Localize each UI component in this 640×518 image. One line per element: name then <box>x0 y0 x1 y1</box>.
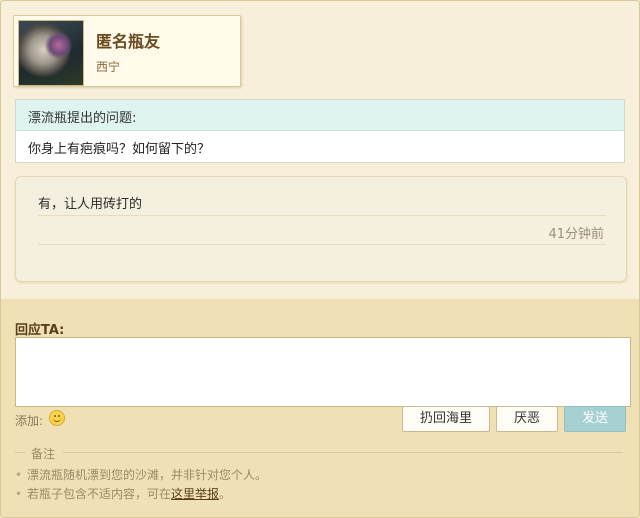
bottle-content-area: 匿名瓶友 西宁 漂流瓶提出的问题: 你身上有疤痕吗？如何留下的？ 有，让人用砖打… <box>1 1 639 299</box>
smiley-mouth <box>53 418 61 422</box>
note-text-suffix: 。 <box>219 487 232 501</box>
report-link[interactable]: 这里举报 <box>171 487 219 501</box>
add-label: 添加: <box>15 414 44 428</box>
answer-card: 有，让人用砖打的 41分钟前 <box>15 176 627 282</box>
notes-title: 备注 <box>31 447 56 461</box>
question-header: 漂流瓶提出的问题: <box>16 100 624 131</box>
question-text: 你身上有疤痕吗？如何留下的？ <box>28 142 211 157</box>
smiley-icon[interactable] <box>49 410 65 426</box>
answer-text: 有，让人用砖打的 <box>38 197 143 212</box>
question-box: 漂流瓶提出的问题: 你身上有疤痕吗？如何留下的？ <box>15 99 625 163</box>
bullet-icon: • <box>15 487 23 501</box>
note-item: • 漂流瓶随机漂到您的沙滩，并非针对您个人。 <box>15 466 267 483</box>
answer-divider <box>38 215 606 216</box>
user-name: 匿名瓶友 <box>96 32 161 51</box>
profile-card: 匿名瓶友 西宁 <box>13 15 241 87</box>
bottle-dialog: 匿名瓶友 西宁 漂流瓶提出的问题: 你身上有疤痕吗？如何留下的？ 有，让人用砖打… <box>0 0 640 518</box>
reply-input[interactable] <box>15 337 631 407</box>
note-item: • 若瓶子包含不适内容，可在这里举报。 <box>15 485 231 502</box>
notes-divider <box>63 452 623 453</box>
reply-label: 回应TA: <box>15 323 65 338</box>
dislike-button[interactable]: 厌恶 <box>496 406 558 432</box>
avatar[interactable] <box>18 20 84 86</box>
answer-timestamp: 41分钟前 <box>548 227 604 242</box>
bullet-icon: • <box>15 468 23 482</box>
throw-back-button[interactable]: 扔回海里 <box>402 406 490 432</box>
note-text-prefix: 若瓶子包含不适内容，可在 <box>27 487 172 501</box>
notes-divider <box>15 452 25 453</box>
answer-divider <box>38 244 606 245</box>
note-text: 漂流瓶随机漂到您的沙滩，并非针对您个人。 <box>27 468 268 482</box>
send-button[interactable]: 发送 <box>564 406 626 432</box>
user-location: 西宁 <box>96 60 121 74</box>
question-title: 漂流瓶提出的问题: <box>28 111 137 126</box>
